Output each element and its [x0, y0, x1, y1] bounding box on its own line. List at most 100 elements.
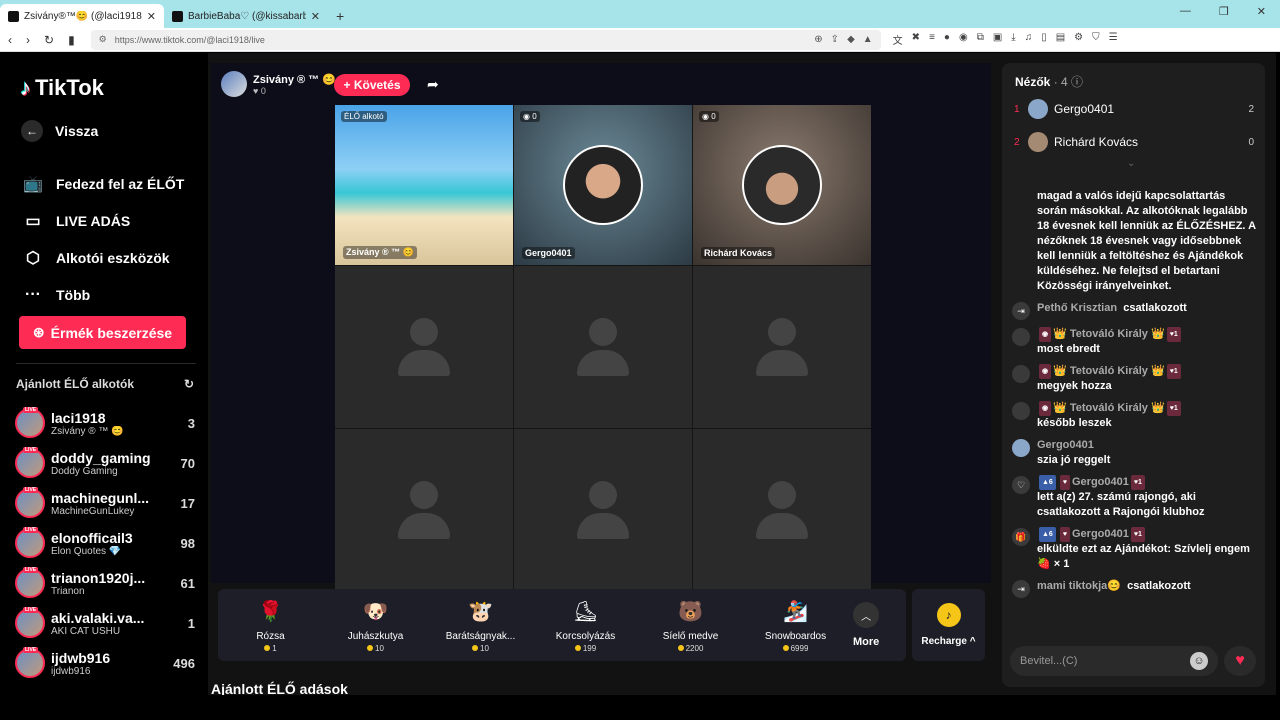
shield-icon[interactable]: ◆	[847, 34, 855, 45]
message-user[interactable]: Tetováló Király	[1070, 328, 1148, 340]
zoom-icon[interactable]: ⊕	[814, 34, 822, 45]
minimize-icon[interactable]: —	[1180, 5, 1191, 18]
extension-icon[interactable]: ◉	[959, 32, 968, 47]
cell-caption: Richárd Kovács	[701, 247, 776, 259]
recommended-item[interactable]: LIVE trianon1920j... Trianon 61	[15, 563, 195, 603]
extension-icon[interactable]: ✖	[912, 32, 920, 47]
empty-seat[interactable]	[335, 266, 513, 428]
empty-seat[interactable]	[514, 429, 692, 591]
cell-tag: ÉLŐ alkotó	[341, 111, 387, 122]
recommended-item[interactable]: LIVE elonofficail3 Elon Quotes 💎 98	[15, 523, 195, 563]
recommended-item[interactable]: LIVE machinegunl... MachineGunLukey 17	[15, 483, 195, 523]
extension-icon[interactable]: ▣	[993, 32, 1002, 47]
gift-item[interactable]: 🏂 Snowboardos 6999	[743, 597, 848, 653]
settings-icon[interactable]: ⚙	[1074, 32, 1083, 47]
music-icon[interactable]: ♫	[1025, 32, 1033, 47]
extension-icon[interactable]: ●	[944, 32, 950, 47]
share-arrow-icon[interactable]: ➦	[427, 76, 439, 93]
puzzle-icon[interactable]: ⧉	[977, 32, 984, 47]
back-arrow-icon[interactable]: ‹	[8, 33, 12, 47]
browser-tab-active[interactable]: Zsivány®™😊 (@laci1918) É... ✕	[0, 4, 164, 28]
translate-icon[interactable]: 文	[893, 32, 903, 47]
emoji-icon[interactable]: ☺	[1190, 652, 1208, 670]
more-gifts-button[interactable]: ︿ More	[853, 602, 879, 648]
empty-seat[interactable]	[335, 429, 513, 591]
gift-price-value: 1	[272, 644, 277, 653]
warning-icon[interactable]: ▲	[863, 34, 873, 45]
share-icon[interactable]: ⇪	[831, 34, 839, 45]
gift-item[interactable]: 🐻 Síelő medve 2200	[638, 597, 743, 653]
url-field[interactable]: ⚙ https://www.tiktok.com/@laci1918/live …	[90, 29, 881, 50]
guest-cell[interactable]: ◉ 0 Richárd Kovács	[693, 105, 871, 265]
gift-item[interactable]: 🐶 Juhászkutya 10	[323, 597, 428, 653]
empty-seat[interactable]	[514, 266, 692, 428]
viewer-row[interactable]: 2 Richárd Kovács 0	[1014, 132, 1254, 152]
maximize-icon[interactable]: ❐	[1219, 5, 1229, 18]
host-info[interactable]: Zsivány ® ™ 😊 ♥ 0	[221, 71, 336, 97]
live-badge: LIVE	[23, 447, 39, 453]
message-user[interactable]: Gergo0401	[1037, 439, 1094, 451]
sidebar-icon[interactable]: ▯	[1041, 32, 1047, 47]
avatar: LIVE	[15, 567, 45, 598]
message-user[interactable]: Pethő Krisztian	[1037, 302, 1117, 314]
like-heart-button[interactable]: ♥	[1224, 646, 1256, 676]
get-coins-button[interactable]: ⊛ Érmék beszerzése	[19, 316, 186, 349]
message-user[interactable]: Tetováló Király	[1070, 402, 1148, 414]
recommended-item[interactable]: LIVE ijdwb916 ijdwb916 496	[15, 643, 195, 683]
forward-arrow-icon[interactable]: ›	[26, 33, 30, 47]
message-user[interactable]: mami tiktokja😊	[1037, 580, 1121, 592]
host-likes: ♥ 0	[253, 85, 266, 96]
shield-icon[interactable]: ⛉	[1092, 32, 1100, 47]
message-user[interactable]: Tetováló Király	[1070, 365, 1148, 377]
bookmark-icon[interactable]: ▮	[68, 33, 75, 47]
video-camera-icon: ▭	[25, 212, 41, 230]
sidebar-item-more[interactable]: ··· Több	[23, 276, 184, 313]
follow-button[interactable]: + Követés	[334, 74, 410, 96]
tiktok-logo[interactable]: ♪ TikTok	[20, 75, 104, 101]
extension-icon[interactable]: ≡	[929, 32, 935, 47]
message-user[interactable]: Gergo0401	[1072, 528, 1129, 540]
sidebar-item-go-live[interactable]: ▭ LIVE ADÁS	[23, 202, 184, 239]
host-avatar[interactable]	[221, 71, 247, 97]
display-name: MachineGunLukey	[51, 505, 135, 517]
recharge-button[interactable]: ♪ Recharge ^	[912, 589, 985, 661]
browser-tab[interactable]: BarbieBaba♡ (@kissabarbie) ÉLŐ a... ✕	[164, 4, 328, 28]
gift-item[interactable]: 🌹 Rózsa 1	[218, 597, 323, 653]
refresh-icon[interactable]: ↻	[184, 377, 194, 391]
message-user[interactable]: Gergo0401	[1072, 476, 1129, 488]
avatar[interactable]	[1012, 328, 1030, 346]
menu-label: Fedezd fel az ÉLŐT	[56, 175, 185, 192]
avatar[interactable]	[1012, 365, 1030, 383]
avatar[interactable]	[1012, 439, 1030, 457]
site-info-icon[interactable]: ⚙	[99, 34, 107, 45]
user-placeholder-icon	[756, 318, 808, 376]
avatar[interactable]	[1012, 402, 1030, 420]
recommended-header: Ajánlott ÉLŐ alkotók ↻	[16, 377, 194, 391]
new-tab-button[interactable]: +	[328, 8, 352, 28]
recommended-item[interactable]: LIVE doddy_gaming Doddy Gaming 70	[15, 443, 195, 483]
back-button[interactable]: ← Vissza	[21, 120, 98, 142]
gift-name: Juhászkutya	[347, 631, 404, 642]
recommended-item[interactable]: LIVE aki.valaki.va... AKI CAT USHU 1	[15, 603, 195, 643]
viewer-rank: 2	[1014, 136, 1020, 148]
menu-icon[interactable]: ☰	[1109, 32, 1118, 47]
info-icon[interactable]: ⓘ	[1071, 75, 1083, 89]
gift-item[interactable]: ⛸ Korcsolyázás 199	[533, 597, 638, 653]
chevron-down-icon[interactable]: ⌄	[1127, 158, 1135, 169]
reload-icon[interactable]: ↻	[44, 33, 54, 47]
guest-cell[interactable]: ◉ 0 Gergo0401	[514, 105, 692, 265]
viewer-row[interactable]: 1 Gergo0401 2	[1014, 99, 1254, 119]
empty-seat[interactable]	[693, 429, 871, 591]
close-tab-icon[interactable]: ✕	[147, 10, 156, 23]
close-window-icon[interactable]: ✕	[1257, 5, 1266, 18]
guest-cell-host[interactable]: ÉLŐ alkotó Zsivány ® ™ 😊	[335, 105, 513, 265]
download-icon[interactable]: ⤓	[1011, 32, 1015, 47]
empty-seat[interactable]	[693, 266, 871, 428]
chat-input[interactable]: Bevitel...(C) ☺	[1010, 646, 1218, 676]
wallet-icon[interactable]: ▤	[1056, 32, 1065, 47]
close-tab-icon[interactable]: ✕	[311, 10, 320, 23]
sidebar-item-creator-tools[interactable]: ⬡ Alkotói eszközök	[23, 239, 184, 276]
gift-item[interactable]: 🐮 Barátságnyak... 10	[428, 597, 533, 653]
recommended-item[interactable]: LIVE laci1918 Zsivány ® ™ 😊 3	[15, 403, 195, 443]
sidebar-item-explore-live[interactable]: 📺 Fedezd fel az ÉLŐT	[23, 165, 184, 202]
